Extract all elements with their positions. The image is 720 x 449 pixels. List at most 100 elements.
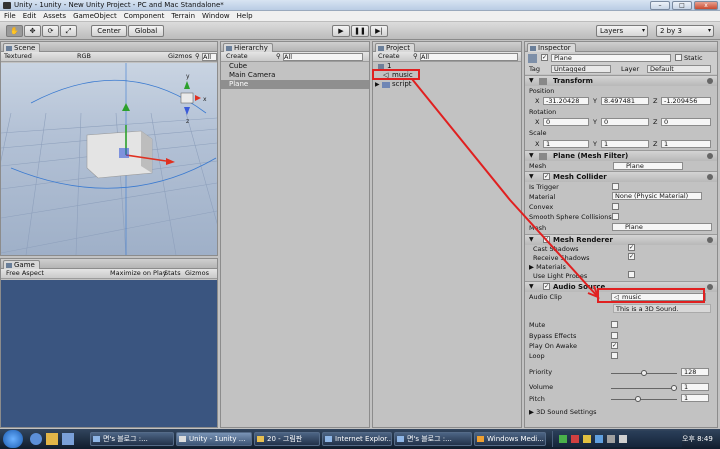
volume-slider-knob[interactable] (671, 385, 677, 391)
tab-hierarchy[interactable]: Hierarchy (223, 43, 273, 52)
tab-inspector[interactable]: Inspector (527, 43, 576, 52)
rotation-x-field[interactable]: 0 (543, 118, 589, 126)
maximize-button[interactable]: □ (672, 1, 692, 10)
expand-arrow-icon[interactable]: ▶ (375, 80, 380, 89)
move-gizmo-x-icon[interactable] (166, 158, 175, 165)
play-on-awake-checkbox[interactable]: ✓ (611, 342, 618, 349)
move-tool-button[interactable]: ✥ (24, 25, 41, 37)
project-item-music[interactable]: ◁ music (373, 71, 521, 80)
task-unity[interactable]: Unity - 1unity ... (176, 432, 252, 446)
aspect-dropdown[interactable]: Free Aspect (6, 269, 44, 278)
task-windows-media[interactable]: Windows Medi... (474, 432, 546, 446)
scale-x-field[interactable]: 1 (543, 140, 589, 148)
hand-tool-button[interactable]: ✋ (6, 25, 23, 37)
project-item-script[interactable]: ▶ script (373, 80, 521, 89)
game-viewport[interactable] (1, 280, 217, 427)
rotate-tool-button[interactable]: ⟳ (42, 25, 59, 37)
move-gizmo-y-icon[interactable] (122, 103, 130, 111)
scale-y-field[interactable]: 1 (601, 140, 649, 148)
is-trigger-checkbox[interactable] (612, 183, 619, 190)
quicklaunch-desktop-icon[interactable] (62, 433, 74, 445)
scale-tool-button[interactable]: ⤢ (60, 25, 77, 37)
rotation-y-field[interactable]: 0 (601, 118, 649, 126)
rotation-z-field[interactable]: 0 (661, 118, 711, 126)
tray-icon-4[interactable] (595, 435, 603, 443)
audio-source-fold-arrow-icon[interactable]: ▼ (529, 282, 534, 292)
audio-clip-field[interactable]: ◁ music (611, 293, 706, 301)
global-space-toggle[interactable]: Global (128, 25, 164, 37)
scale-z-field[interactable]: 1 (661, 140, 711, 148)
priority-slider-knob[interactable] (641, 370, 647, 376)
transform-gear-icon[interactable] (707, 78, 713, 84)
mesh-renderer-header[interactable]: ▼ ✓ Mesh Renderer (525, 234, 717, 245)
cast-shadows-checkbox[interactable]: ✓ (628, 244, 635, 251)
tab-scene[interactable]: Scene (3, 43, 41, 52)
bypass-effects-checkbox[interactable] (611, 332, 618, 339)
layout-dropdown[interactable]: 2 by 3 (656, 25, 714, 37)
game-gizmos-toggle[interactable]: Gizmos (185, 269, 209, 278)
tray-icon-2[interactable] (571, 435, 579, 443)
render-mode-dropdown[interactable]: RGB (77, 52, 91, 61)
sound-3d-settings-foldout[interactable]: ▶ 3D Sound Settings (529, 408, 596, 416)
menu-help[interactable]: Help (233, 11, 256, 20)
volume-field[interactable]: 1 (681, 383, 709, 391)
mesh-collider-gear-icon[interactable] (707, 174, 713, 180)
menu-edit[interactable]: Edit (19, 11, 40, 20)
materials-foldout[interactable]: ▶ Materials (529, 263, 566, 271)
task-paint[interactable]: 20 - 그림판 (254, 432, 320, 446)
project-search-input[interactable]: All (420, 53, 518, 61)
tag-dropdown[interactable]: Untagged (551, 65, 611, 73)
position-x-field[interactable]: -31.20428 (543, 97, 589, 105)
mesh-renderer-fold-arrow-icon[interactable]: ▼ (529, 235, 534, 245)
pause-button[interactable]: ❚❚ (351, 25, 369, 37)
tray-icon-5[interactable] (607, 435, 615, 443)
maximize-on-play-toggle[interactable]: Maximize on Play (110, 269, 167, 278)
mesh-renderer-enabled-checkbox[interactable]: ✓ (543, 236, 550, 243)
task-internet-explorer[interactable]: Internet Explor... (322, 432, 392, 446)
project-create-dropdown[interactable]: Create (378, 52, 400, 61)
tab-project[interactable]: Project (375, 43, 415, 52)
menu-file[interactable]: File (0, 11, 19, 20)
collider-mesh-field[interactable]: Plane (612, 223, 712, 231)
position-y-field[interactable]: 8.497481 (601, 97, 649, 105)
transform-header[interactable]: ▼ Transform (525, 75, 717, 86)
tray-icon-1[interactable] (559, 435, 567, 443)
smooth-sphere-checkbox[interactable] (612, 213, 619, 220)
minimize-button[interactable]: – (650, 1, 670, 10)
project-item-1[interactable]: 1 (373, 62, 521, 71)
close-button[interactable]: x (694, 1, 718, 10)
hierarchy-item-plane[interactable]: Plane (221, 80, 369, 89)
menu-window[interactable]: Window (198, 11, 233, 20)
draw-mode-dropdown[interactable]: Textured (4, 52, 32, 61)
priority-field[interactable]: 128 (681, 368, 709, 376)
scene-search-input[interactable]: All (202, 53, 217, 61)
tray-icon-3[interactable] (583, 435, 591, 443)
menu-component[interactable]: Component (120, 11, 168, 20)
mesh-filter-header[interactable]: ▼ Plane (Mesh Filter) (525, 150, 717, 161)
pivot-center-toggle[interactable]: Center (91, 25, 127, 37)
menu-terrain[interactable]: Terrain (167, 11, 198, 20)
mute-checkbox[interactable] (611, 321, 618, 328)
play-button[interactable]: ▶ (332, 25, 350, 37)
object-name-field[interactable]: Plane (551, 54, 671, 62)
convex-checkbox[interactable] (612, 203, 619, 210)
audio-source-gear-icon[interactable] (707, 284, 713, 290)
hierarchy-item-main-camera[interactable]: Main Camera (221, 71, 369, 80)
tab-game[interactable]: Game (3, 260, 40, 269)
quicklaunch-ie-icon[interactable] (30, 433, 42, 445)
start-button[interactable] (3, 430, 23, 448)
hierarchy-item-cube[interactable]: Cube (221, 62, 369, 71)
stats-toggle[interactable]: Stats (164, 269, 181, 278)
pitch-slider[interactable] (611, 396, 677, 402)
mesh-collider-enabled-checkbox[interactable]: ✓ (543, 173, 550, 180)
task-blog-1[interactable]: 면's 블로그 :... (90, 432, 174, 446)
audio-source-enabled-checkbox[interactable]: ✓ (543, 283, 550, 290)
layers-dropdown[interactable]: Layers (596, 25, 648, 37)
clock[interactable]: 오후 8:49 (682, 434, 713, 444)
scene-viewport[interactable]: y x z (1, 63, 217, 255)
static-checkbox[interactable] (675, 54, 682, 61)
menu-assets[interactable]: Assets (39, 11, 69, 20)
quicklaunch-folder-icon[interactable] (46, 433, 58, 445)
mesh-filter-mesh-field[interactable]: Plane (613, 162, 683, 170)
audio-source-header[interactable]: ▼ ✓ Audio Source (525, 281, 717, 292)
